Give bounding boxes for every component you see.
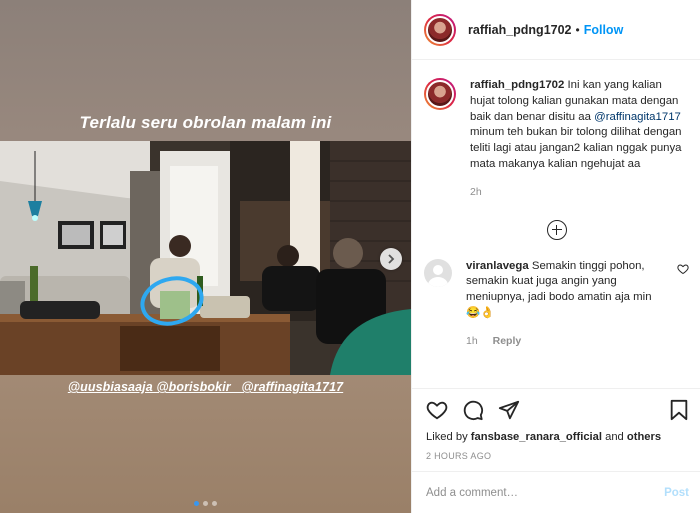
caption-text-part2: minum teh bukan bir tolong dilihat denga…	[470, 126, 682, 170]
photo-scene	[0, 141, 411, 375]
comment-bubble-icon[interactable]	[462, 399, 484, 421]
header-separator: •	[575, 22, 580, 37]
likes-user-link[interactable]: fansbase_ranara_official	[471, 431, 602, 443]
likes-others-link[interactable]: others	[627, 431, 661, 443]
author-username[interactable]: raffiah_pdng1702	[468, 23, 572, 37]
comment-emoji: 😂👌	[466, 306, 495, 319]
comment-username[interactable]: viranlavega	[466, 260, 529, 272]
comments-list[interactable]: raffiah_pdng1702 Ini kan yang kalian huj…	[412, 60, 700, 388]
follow-button[interactable]: Follow	[584, 23, 624, 37]
caption-time: 2h	[470, 185, 482, 198]
author-avatar[interactable]	[424, 13, 456, 46]
caption-body: raffiah_pdng1702 Ini kan yang kalian huj…	[470, 78, 689, 201]
post-header: raffiah_pdng1702 • Follow	[412, 0, 700, 60]
caption-username[interactable]: raffiah_pdng1702	[470, 79, 564, 91]
likes-summary: Liked by fansbase_ranara_official and ot…	[426, 431, 689, 443]
plus-circle-icon	[546, 219, 567, 240]
comment-meta: 1h Reply	[466, 334, 671, 350]
carousel-dots	[0, 501, 411, 506]
media-tags: @uusbiasaaja @borisbokir_ @raffinagita17…	[67, 380, 344, 394]
carousel-dot	[203, 501, 208, 506]
carousel-next-button[interactable]	[380, 248, 402, 270]
bookmark-save-icon[interactable]	[669, 399, 689, 421]
post-date: 2 HOURS AGO	[426, 451, 492, 461]
post-comment-button[interactable]: Post	[664, 487, 689, 499]
like-heart-icon[interactable]	[426, 399, 448, 421]
comment-time: 1h	[466, 334, 478, 347]
caption-mention-link[interactable]: @raffinagita1717	[594, 111, 681, 123]
share-send-icon[interactable]	[498, 399, 520, 421]
likes-and: and	[605, 431, 624, 443]
chevron-right-icon	[388, 254, 395, 264]
comment-item: viranlavega Semakin tinggi pohon, semaki…	[412, 258, 700, 350]
add-comment-bar: Post	[412, 471, 700, 513]
comment-reply-button[interactable]: Reply	[493, 335, 522, 347]
comment-body: viranlavega Semakin tinggi pohon, semaki…	[466, 259, 671, 350]
likes-prefix: Liked by	[426, 431, 468, 443]
post-media[interactable]: Terlalu seru obrolan malam ini @uusbiasa…	[0, 0, 411, 513]
post-actions: Liked by fansbase_ranara_official and ot…	[412, 388, 700, 461]
action-icons-row	[426, 399, 689, 421]
comment-like-heart-icon[interactable]	[677, 263, 689, 275]
carousel-dot	[212, 501, 217, 506]
caption-comment: raffiah_pdng1702 Ini kan yang kalian huj…	[412, 60, 700, 201]
load-more-comments-button[interactable]	[412, 219, 700, 240]
comment-input[interactable]	[426, 486, 665, 499]
media-overlay-caption: Terlalu seru obrolan malam ini	[79, 113, 332, 132]
commenter-avatar[interactable]	[424, 258, 452, 287]
post-side-panel: raffiah_pdng1702 • Follow raffiah_pdng17…	[411, 0, 700, 513]
carousel-dot	[194, 501, 199, 506]
post-photo	[0, 141, 411, 375]
caption-author-avatar[interactable]	[424, 78, 456, 110]
